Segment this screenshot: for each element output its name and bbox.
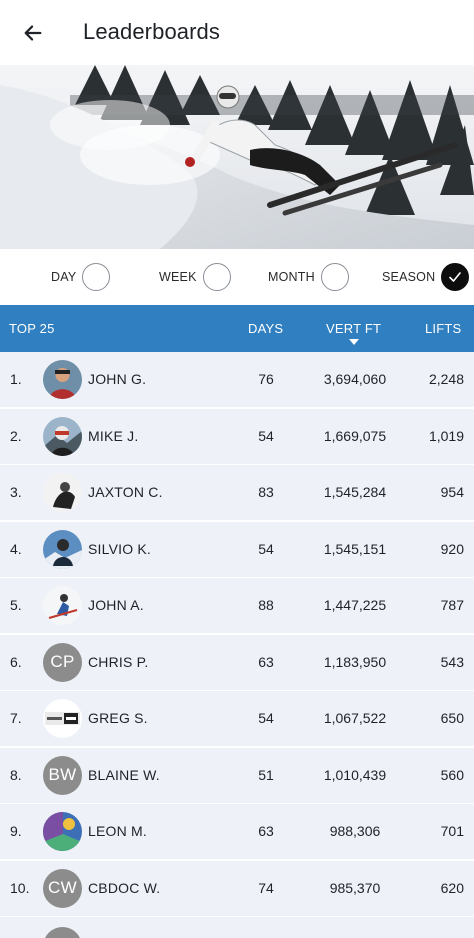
table-row[interactable]: 3. JAXTON C. 83 1,545,284 954 [0,465,474,521]
row-vert: 1,669,075 [323,427,387,444]
row-rank: 5. [10,597,22,613]
row-lifts: 650 [440,710,464,726]
row-name: LEON M. [88,823,147,839]
row-lifts: 620 [440,879,464,896]
filter-month-radio[interactable] [320,263,349,291]
table-row[interactable]: 2. MIKE J. 54 1,669,075 1,019 [0,408,474,465]
row-lifts: 560 [440,766,464,783]
row-days: 54 [258,710,274,726]
row-vert: 1,447,225 [323,597,387,613]
row-rank: 4. [10,540,22,557]
row-days: 76 [258,371,274,387]
hero-skier-photo [0,65,474,249]
table-row[interactable]: 10. CW CBDOC W. 74 985,370 620 [0,860,474,917]
avatar: BW [43,755,82,795]
row-rank: 7. [10,710,22,726]
row-rank: 1. [10,371,22,387]
row-name: CBDOC W. [88,879,161,896]
row-rank: 9. [10,823,22,839]
column-lifts[interactable]: LIFTS [425,321,461,336]
table-row[interactable]: 9. LEON M. 63 988,306 701 [0,804,474,860]
row-name: GREG S. [88,710,148,726]
table-row[interactable]: 8. BW BLAINE W. 51 1,010,439 560 [0,747,474,804]
avatar [43,812,82,851]
table-row[interactable]: 6. CP CHRIS P. 63 1,183,950 543 [0,634,474,691]
row-vert: 1,183,950 [323,653,387,670]
row-vert: 1,545,151 [323,540,387,557]
row-rank: 10. [10,879,30,896]
avatar [43,529,82,569]
leaderboard-header: TOP 25 DAYS VERT FT LIFTS [0,305,474,352]
row-vert: 985,370 [329,879,381,896]
row-vert: 1,545,284 [323,484,387,500]
row-lifts: 543 [440,653,464,670]
sort-desc-icon [349,339,359,345]
table-row[interactable]: 5. JOHN A. 88 1,447,225 787 [0,578,474,634]
row-vert: 1,010,439 [323,766,387,783]
row-lifts: 1,019 [428,427,464,444]
avatar [43,927,82,938]
avatar: CP [43,642,82,682]
row-vert: 1,067,522 [323,710,387,726]
avatar [43,416,82,456]
column-top25: TOP 25 [9,321,55,336]
back-button[interactable] [14,14,52,52]
filter-day-radio[interactable] [82,263,111,291]
filter-week-label: WEEK [159,270,197,284]
filter-season-label: SEASON [382,270,436,284]
row-lifts: 701 [440,823,464,839]
row-days: 51 [258,766,274,783]
row-name: JOHN A. [88,597,144,613]
avatar [43,699,82,738]
row-rank: 2. [10,427,22,444]
avatar [43,473,82,512]
filter-season[interactable]: SEASON [382,263,470,291]
column-vert-ft[interactable]: VERT FT [326,321,381,336]
table-row[interactable]: 1. JOHN G. 76 3,694,060 2,248 [0,352,474,408]
row-rank: 3. [10,484,22,500]
checkmark-icon [449,272,462,282]
row-name: SILVIO K. [88,540,152,557]
row-name: CHRIS P. [88,653,149,670]
row-name: MIKE J. [88,427,139,444]
row-lifts: 920 [440,540,464,557]
avatar: CW [43,868,82,908]
column-days[interactable]: DAYS [248,321,283,336]
period-filter-group: DAY WEEK MONTH SEASON [0,249,474,305]
row-days: 63 [258,653,274,670]
row-rank: 6. [10,653,22,670]
row-lifts: 787 [440,597,464,613]
row-name: JAXTON C. [88,484,163,500]
filter-week-radio[interactable] [202,263,231,291]
row-name: JOHN G. [88,371,147,387]
row-name: BLAINE W. [88,766,160,783]
row-lifts: 954 [440,484,464,500]
row-days: 74 [258,879,274,896]
row-vert: 3,694,060 [323,371,387,387]
filter-day[interactable]: DAY [51,263,111,291]
avatar [43,360,82,399]
avatar [43,586,82,625]
filter-week[interactable]: WEEK [159,263,231,291]
app-bar: Leaderboards [0,0,474,65]
page-title: Leaderboards [83,19,220,44]
row-vert: 988,306 [329,823,381,839]
filter-season-radio[interactable] [441,263,470,291]
arrow-left-icon [24,25,42,41]
row-days: 63 [258,823,274,839]
row-rank: 8. [10,766,22,783]
row-days: 88 [258,597,274,613]
row-days: 83 [258,484,274,500]
filter-month[interactable]: MONTH [268,263,349,291]
row-lifts: 2,248 [428,371,464,387]
filter-day-label: DAY [51,270,77,284]
filter-month-label: MONTH [268,270,315,284]
table-row[interactable]: 4. SILVIO K. 54 1,545,151 920 [0,521,474,578]
table-row[interactable]: 7. GREG S. 54 1,067,522 650 [0,691,474,747]
row-days: 54 [258,540,274,557]
row-days: 54 [258,427,274,444]
table-row[interactable] [0,917,474,938]
